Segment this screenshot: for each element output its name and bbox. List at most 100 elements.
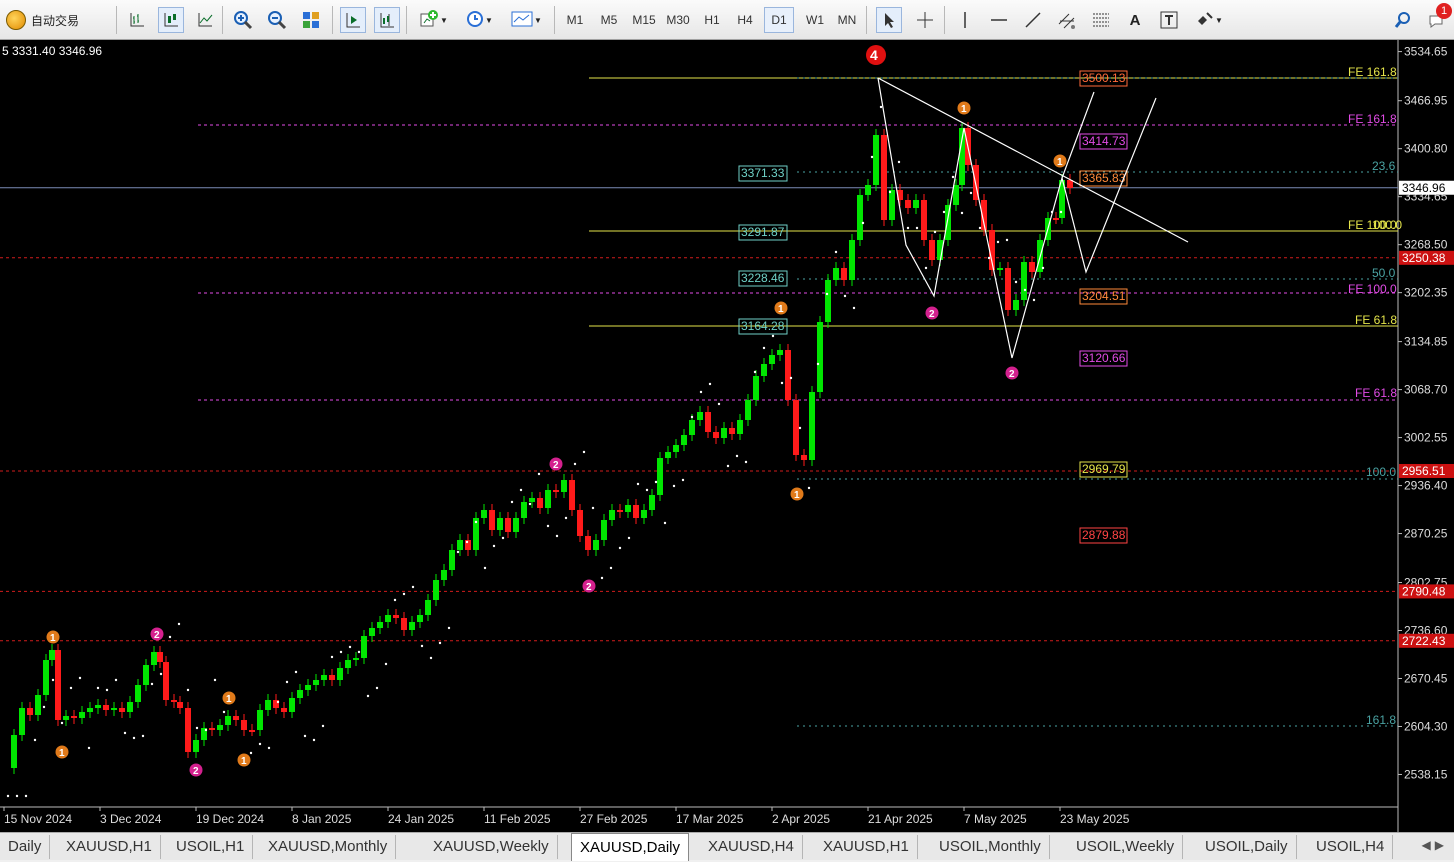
sar-dot (420, 644, 424, 648)
chart-tab[interactable]: USOIL,H1 (168, 835, 254, 859)
candle-body (921, 200, 927, 240)
sar-dot (1032, 298, 1036, 302)
trendline-icon[interactable] (1020, 7, 1046, 33)
sar-dot (780, 381, 784, 385)
price-chart[interactable]: 3534.65 3466.95 3400.80 3334.65 3268.50 3202.… (0, 40, 1454, 832)
chart-tab[interactable]: Daily (0, 835, 51, 859)
date-axis-label: 7 May 2025 (964, 812, 1027, 826)
zoom-out-icon[interactable] (264, 7, 290, 33)
periods-dropdown[interactable]: ▼ (460, 7, 498, 33)
date-axis-label: 17 Mar 2025 (676, 812, 744, 826)
price-axis-label: 3268.50 (1404, 238, 1448, 252)
candle-body (593, 540, 599, 550)
tab-scroll-arrows[interactable]: ◀▶ (1422, 838, 1448, 852)
timeframe-h1[interactable]: H1 (697, 7, 727, 33)
price-tag-label: 3414.73 (1082, 134, 1126, 148)
sar-dot (276, 700, 280, 704)
search-icon[interactable] (1390, 7, 1416, 33)
date-axis-label: 27 Feb 2025 (580, 812, 648, 826)
candlestick-chart-icon[interactable] (158, 7, 184, 33)
sar-dot (870, 155, 874, 159)
timeframe-m5[interactable]: M5 (594, 7, 624, 33)
candle-body (43, 660, 49, 695)
price-axis-label: 3002.55 (1404, 431, 1448, 445)
shapes-icon (1195, 9, 1215, 32)
price-tag-label: 2879.88 (1082, 528, 1126, 542)
indicators-dropdown[interactable]: ▼ (414, 7, 452, 33)
line-chart-icon[interactable] (192, 7, 218, 33)
chart-tab[interactable]: XAUUSD,H1 (58, 835, 161, 859)
wave-count-label: 2 (586, 582, 592, 593)
sar-dot (564, 516, 568, 520)
timeframe-m15[interactable]: M15 (628, 7, 660, 33)
timeframe-m30[interactable]: M30 (662, 7, 694, 33)
sar-dot (951, 175, 955, 179)
chart-tab[interactable]: XAUUSD,H1 (815, 835, 918, 859)
chart-tab[interactable]: USOIL,Monthly (931, 835, 1050, 859)
sar-dot (96, 686, 100, 690)
sar-dot (1041, 266, 1045, 270)
crosshair-icon[interactable] (912, 7, 938, 33)
cursor-arrow-icon[interactable] (876, 7, 902, 33)
zoom-in-icon[interactable] (230, 7, 256, 33)
chart-tab[interactable]: USOIL,Weekly (1068, 835, 1184, 859)
chart-tab[interactable]: XAUUSD,Weekly (425, 835, 558, 859)
shapes-dropdown[interactable]: ▼ (1190, 7, 1228, 33)
timeframe-h4[interactable]: H4 (730, 7, 760, 33)
price-tag-label: 3204.51 (1082, 289, 1126, 303)
timeframe-d1[interactable]: D1 (764, 7, 794, 33)
candle-body (193, 740, 199, 752)
auto-scroll-icon[interactable] (340, 7, 366, 33)
price-axis-label: 3068.70 (1404, 383, 1448, 397)
candle-body (297, 690, 303, 698)
wave-count-label: 1 (961, 104, 967, 115)
candle-body (409, 622, 415, 630)
sar-dot (474, 520, 478, 524)
candle-body (337, 668, 343, 680)
notifications-button[interactable]: 1 (1424, 3, 1452, 33)
sar-dot (1023, 288, 1027, 292)
timeframe-w1[interactable]: W1 (800, 7, 830, 33)
chart-tab[interactable]: XAUUSD,H4 (700, 835, 803, 859)
candle-body (681, 435, 687, 445)
auto-trade-button[interactable]: 自动交易 (6, 7, 110, 33)
equidistant-channel-icon[interactable] (1054, 7, 1080, 33)
text-label-icon[interactable] (1156, 7, 1182, 33)
bar-chart-icon[interactable] (124, 7, 150, 33)
main-toolbar: 自动交易 ▼ ▼ ▼ M1 M5 M15 M30 H1 H4 D1 W1 MN (0, 0, 1454, 40)
sar-dot (168, 635, 172, 639)
horizontal-line-icon[interactable] (986, 7, 1012, 33)
chart-tab[interactable]: USOIL,H4 (1308, 835, 1394, 859)
vertical-line-icon[interactable] (952, 7, 978, 33)
sar-dot (852, 306, 856, 310)
sar-dot (60, 721, 64, 725)
candle-body (313, 680, 319, 685)
candle-body (945, 205, 951, 240)
chart-tab[interactable]: XAUUSD,Monthly (260, 835, 397, 859)
sar-dot (465, 540, 469, 544)
sar-dot (744, 460, 748, 464)
candle-body (761, 364, 767, 376)
text-icon[interactable]: A (1122, 7, 1148, 33)
wave-projection-line (877, 77, 1157, 359)
sar-dot (267, 746, 271, 750)
sar-dot (303, 734, 307, 738)
candle-body (737, 420, 743, 434)
sar-dot (312, 738, 316, 742)
sar-dot (699, 390, 703, 394)
sar-dot (555, 534, 559, 538)
price-axis-label: 2936.40 (1404, 479, 1448, 493)
chart-shift-icon[interactable] (374, 7, 400, 33)
sar-dot (726, 464, 730, 468)
candle-body (997, 268, 1003, 270)
chart-tab[interactable]: XAUUSD,Daily (571, 833, 690, 861)
candle-body (521, 502, 527, 518)
timeframe-mn[interactable]: MN (832, 7, 862, 33)
fibonacci-icon[interactable] (1088, 7, 1114, 33)
chart-tab[interactable]: USOIL,Daily (1197, 835, 1297, 859)
candle-body (87, 708, 93, 712)
timeframe-m1[interactable]: M1 (560, 7, 590, 33)
candle-body (157, 652, 163, 662)
tile-windows-icon[interactable] (298, 7, 324, 33)
templates-dropdown[interactable]: ▼ (506, 7, 546, 33)
